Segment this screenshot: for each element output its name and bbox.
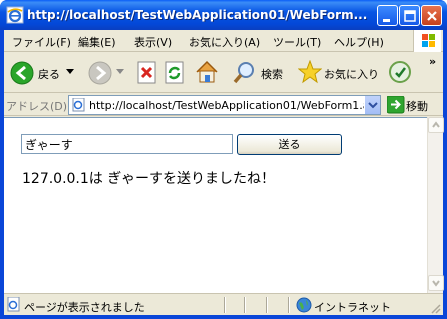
name-input[interactable]	[21, 134, 233, 154]
status-text: ページが表示されました	[24, 301, 145, 314]
menu-tools[interactable]: ツール(T)	[273, 34, 321, 50]
close-icon	[427, 11, 437, 21]
ie-icon	[6, 6, 24, 24]
go-button-label[interactable]: 移動	[406, 98, 428, 114]
menu-file[interactable]: ファイル(F)	[12, 34, 71, 50]
resize-grip-icon[interactable]	[429, 302, 441, 314]
chevron-down-icon	[368, 102, 378, 109]
chevron-up-icon	[432, 121, 440, 128]
menu-help[interactable]: ヘルプ(H)	[334, 34, 384, 50]
intranet-icon	[296, 297, 312, 313]
favorites-icon[interactable]	[298, 60, 322, 84]
page-content: 送る 127.0.0.1は ぎゃーすを送りましたね！	[4, 117, 427, 293]
maximize-icon	[404, 10, 416, 22]
back-icon[interactable]	[10, 61, 34, 85]
send-button[interactable]: 送る	[237, 134, 342, 155]
window-title: http://localhost/TestWebApplication01/We…	[27, 8, 368, 22]
status-separator	[244, 297, 246, 313]
minimize-button[interactable]	[377, 5, 398, 26]
page-icon	[7, 297, 20, 312]
scroll-down-button[interactable]	[428, 275, 444, 291]
back-button-label[interactable]: 戻る	[38, 66, 60, 82]
address-label: アドレス(D)	[6, 100, 68, 113]
security-zone: イントラネット	[314, 301, 391, 314]
chevron-down-icon[interactable]	[116, 69, 124, 75]
toolbar-overflow-chevron[interactable]: »	[429, 55, 436, 68]
menu-view[interactable]: 表示(V)	[134, 34, 172, 50]
title-bar[interactable]: http://localhost/TestWebApplication01/We…	[0, 0, 447, 30]
favorites-button-label[interactable]: お気に入り	[324, 66, 379, 82]
maximize-button[interactable]	[399, 5, 420, 26]
forward-icon[interactable]	[88, 61, 112, 85]
chevron-down-icon[interactable]	[66, 69, 74, 75]
vertical-scrollbar[interactable]	[427, 117, 444, 293]
scroll-up-button[interactable]	[428, 117, 444, 133]
address-bar: アドレス(D) http://localhost/TestWebApplicat…	[4, 94, 443, 116]
page-icon	[72, 98, 85, 112]
status-separator	[224, 297, 226, 313]
address-dropdown-button[interactable]	[364, 96, 380, 114]
status-bar: ページが表示されました イントラネット	[4, 293, 443, 315]
address-url: http://localhost/TestWebApplication01/We…	[89, 99, 381, 112]
menu-edit[interactable]: 編集(E)	[78, 34, 116, 50]
toolbar: 戻る 検索 お気に入り »	[4, 53, 443, 93]
close-button[interactable]	[421, 5, 442, 26]
refresh-icon[interactable]	[164, 61, 186, 85]
result-message: 127.0.0.1は ぎゃーすを送りましたね！	[22, 171, 275, 187]
go-icon[interactable]	[387, 96, 405, 114]
status-separator	[266, 297, 268, 313]
stop-icon[interactable]	[136, 61, 158, 85]
minimize-icon	[383, 19, 390, 22]
chevron-down-icon	[432, 280, 440, 287]
search-button-label[interactable]: 検索	[261, 66, 283, 82]
status-separator	[288, 297, 290, 313]
home-icon[interactable]	[194, 59, 220, 85]
menu-bar: ファイル(F) 編集(E) 表示(V) お気に入り(A) ツール(T) ヘルプ(…	[4, 30, 443, 52]
browser-window: http://localhost/TestWebApplication01/We…	[0, 0, 447, 319]
search-icon[interactable]	[232, 60, 258, 86]
menu-favorites[interactable]: お気に入り(A)	[189, 34, 260, 50]
windows-logo	[413, 30, 441, 52]
windows-logo-icon	[422, 34, 435, 47]
address-input[interactable]: http://localhost/TestWebApplication01/We…	[68, 95, 381, 115]
browser-frame: ファイル(F) 編集(E) 表示(V) お気に入り(A) ツール(T) ヘルプ(…	[4, 30, 444, 315]
media-icon[interactable]	[388, 60, 412, 84]
